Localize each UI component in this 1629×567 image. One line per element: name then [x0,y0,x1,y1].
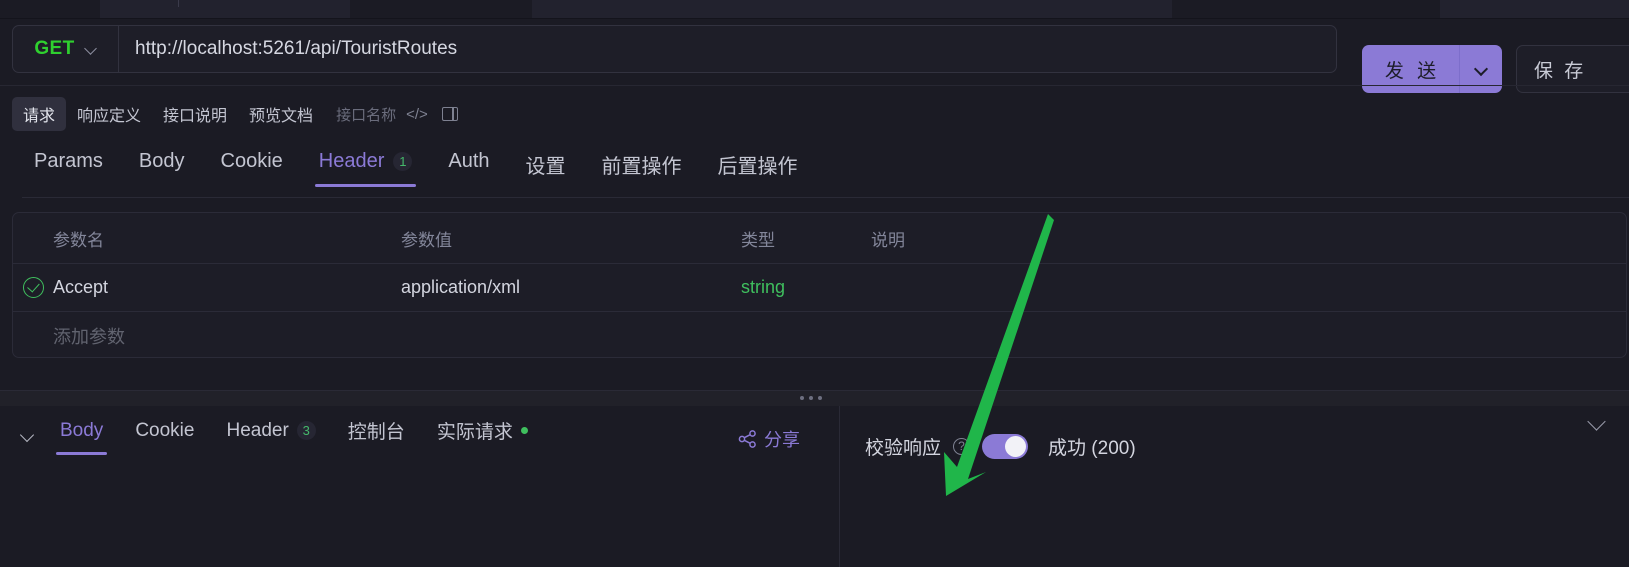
response-tab-label: 实际请求 [436,422,513,443]
column-header-value: 参数值 [401,230,452,250]
column-header-desc: 说明 [871,230,905,250]
share-button[interactable]: 分享 [738,426,800,452]
collapse-status-button[interactable] [1589,414,1607,437]
param-tab-label: Cookie [220,150,283,172]
chevron-down-icon [1589,414,1607,432]
chevron-down-icon [85,43,97,55]
response-pane: Body Cookie Header 3 控制台 实际请求 分享 [0,406,838,567]
cell-param-value[interactable]: application/xml [401,277,741,298]
table-header-row: 参数名 参数值 类型 说明 [13,213,1626,263]
request-bar-divider [0,85,1629,86]
request-bar: GET 发 送 保 存 [0,19,1629,93]
response-tab-cookie[interactable]: Cookie [119,416,210,455]
tab-divider [178,0,179,7]
doc-tabs: 请求 响应定义 接口说明 预览文档 接口名称 </> [0,96,1629,132]
column-header-name: 参数名 [53,230,104,250]
doc-tab-api-desc[interactable]: 接口说明 [152,97,238,131]
param-tab-auth[interactable]: Auth [430,146,507,187]
question-mark-icon[interactable]: ? [953,437,971,455]
collapse-response-button[interactable] [10,429,44,441]
response-tab-body[interactable]: Body [44,416,119,455]
window-tab-1[interactable] [100,0,350,18]
param-tab-label: 后置操作 [717,156,798,178]
send-button-label: 发 送 [1384,60,1441,82]
url-input[interactable] [119,26,1336,72]
doc-tab-preview[interactable]: 预览文档 [238,97,324,131]
table-add-row[interactable]: 添加参数 [13,311,1626,357]
save-button-label: 保 存 [1534,60,1587,82]
response-tab-actual-request[interactable]: 实际请求 [421,413,544,457]
toggle-knob [1005,435,1027,457]
param-tab-label: Auth [448,150,490,172]
param-tabs: Params Body Cookie Header 1 Auth 设置 前置操作… [0,146,1629,198]
param-tab-header[interactable]: Header 1 [301,146,431,187]
response-status-pane: 校验响应 ? 成功 (200) 状态码: 406 耗时: 7.02 s 大小: … [839,406,1629,567]
table-row[interactable]: Accept application/xml string [13,263,1626,311]
response-tab-label: Body [60,419,104,441]
chevron-down-icon [21,429,33,441]
response-tab-label: 控制台 [347,422,405,443]
share-label: 分享 [764,430,800,450]
row-checkbox-cell [13,277,53,298]
column-header-type: 类型 [741,230,775,250]
window-tab-2[interactable] [355,0,530,18]
response-tab-badge: 3 [296,421,316,440]
param-tab-post-script[interactable]: 后置操作 [700,146,816,193]
method-label: GET [34,38,75,59]
param-tab-label: Body [138,150,185,172]
param-tab-label: Header [318,150,385,172]
modified-dot-icon [520,427,528,434]
splitter-handle-dots[interactable] [800,396,822,400]
param-tab-pre-script[interactable]: 前置操作 [584,146,700,193]
doc-tab-response-def[interactable]: 响应定义 [66,97,152,131]
check-circle-icon[interactable] [22,277,44,298]
split-panel-icon[interactable] [441,107,458,121]
verify-response-toggle[interactable] [982,433,1029,459]
response-tab-label: Cookie [135,419,195,441]
response-tab-label: Header [226,419,289,441]
url-box: GET [12,25,1337,73]
response-tab-console[interactable]: 控制台 [332,413,421,457]
param-tab-settings[interactable]: 设置 [508,146,584,193]
verify-status-text: 成功 (200) [1048,437,1136,459]
response-tabs: Body Cookie Header 3 控制台 实际请求 分享 [0,412,838,458]
share-icon [738,430,756,448]
verify-response-row: 校验响应 ? 成功 (200) [865,428,1609,464]
window-tab-strip [0,0,1629,18]
param-tab-params[interactable]: Params [16,146,121,187]
cell-param-name[interactable]: Accept [53,277,401,298]
param-tab-cookie[interactable]: Cookie [203,146,301,187]
pane-splitter[interactable] [0,390,1629,406]
window-tab-3[interactable] [532,0,1172,18]
api-client-window: GET 发 送 保 存 请求 响应定义 接口说明 预览文档 接口名称 </> P… [0,0,1629,567]
param-tab-badge: 1 [393,152,413,171]
send-options-button[interactable] [1460,63,1502,75]
api-name-placeholder[interactable]: 接口名称 [336,104,396,125]
param-tab-label: Params [34,150,103,172]
response-tab-header[interactable]: Header 3 [210,416,331,455]
window-tab-4[interactable] [1440,0,1629,18]
verify-response-label: 校验响应 [865,437,942,459]
param-tabs-divider [22,197,1629,198]
add-param-placeholder[interactable]: 添加参数 [53,323,401,349]
param-tab-label: 前置操作 [601,156,682,178]
cell-param-type[interactable]: string [741,277,871,298]
param-table: 参数名 参数值 类型 说明 Accept application/xml str… [12,212,1627,358]
code-icon[interactable]: </> [406,106,428,123]
doc-tab-request[interactable]: 请求 [12,97,67,131]
chevron-down-icon [1475,63,1487,75]
method-selector[interactable]: GET [13,26,119,72]
param-tab-body[interactable]: Body [121,146,203,187]
param-tab-label: 设置 [525,156,566,178]
